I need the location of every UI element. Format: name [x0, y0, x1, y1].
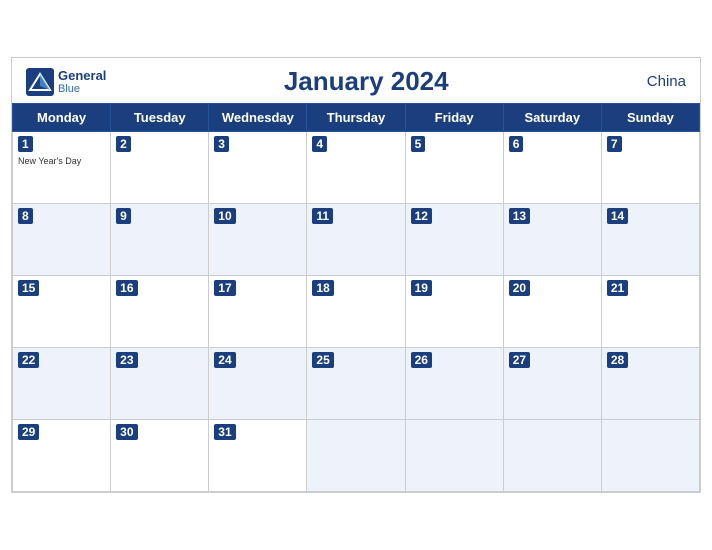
day-number: 18 — [312, 280, 333, 296]
calendar-table: Monday Tuesday Wednesday Thursday Friday… — [12, 103, 700, 492]
calendar-header: General Blue January 2024 China — [12, 58, 700, 103]
holiday-label: New Year's Day — [18, 156, 105, 166]
header-thursday: Thursday — [307, 104, 405, 132]
day-number: 1 — [18, 136, 33, 152]
table-row: 31 — [209, 420, 307, 492]
weekday-header-row: Monday Tuesday Wednesday Thursday Friday… — [13, 104, 700, 132]
table-row — [601, 420, 699, 492]
day-number: 12 — [411, 208, 432, 224]
logo: General Blue — [26, 68, 106, 96]
table-row — [307, 420, 405, 492]
header-saturday: Saturday — [503, 104, 601, 132]
table-row: 15 — [13, 276, 111, 348]
day-number: 28 — [607, 352, 628, 368]
table-row: 29 — [13, 420, 111, 492]
table-row: 23 — [111, 348, 209, 420]
day-number: 13 — [509, 208, 530, 224]
day-number: 9 — [116, 208, 131, 224]
table-row: 27 — [503, 348, 601, 420]
table-row: 25 — [307, 348, 405, 420]
day-number: 23 — [116, 352, 137, 368]
table-row: 1 New Year's Day — [13, 132, 111, 204]
day-number: 20 — [509, 280, 530, 296]
table-row: 28 — [601, 348, 699, 420]
day-number: 11 — [312, 208, 333, 224]
table-row: 7 — [601, 132, 699, 204]
calendar-week-row: 22 23 24 25 26 27 28 — [13, 348, 700, 420]
header-friday: Friday — [405, 104, 503, 132]
day-number: 4 — [312, 136, 327, 152]
calendar-week-row: 29 30 31 — [13, 420, 700, 492]
day-number: 29 — [18, 424, 39, 440]
day-number: 19 — [411, 280, 432, 296]
table-row: 3 — [209, 132, 307, 204]
table-row: 13 — [503, 204, 601, 276]
table-row: 14 — [601, 204, 699, 276]
table-row: 16 — [111, 276, 209, 348]
table-row: 30 — [111, 420, 209, 492]
header-monday: Monday — [13, 104, 111, 132]
calendar-container: General Blue January 2024 China Monday T… — [11, 57, 701, 493]
table-row: 12 — [405, 204, 503, 276]
day-number: 2 — [116, 136, 131, 152]
day-number: 30 — [116, 424, 137, 440]
day-number: 25 — [312, 352, 333, 368]
day-number: 14 — [607, 208, 628, 224]
day-number: 10 — [214, 208, 235, 224]
day-number: 22 — [18, 352, 39, 368]
day-number: 3 — [214, 136, 229, 152]
table-row: 10 — [209, 204, 307, 276]
day-number: 31 — [214, 424, 235, 440]
day-number: 16 — [116, 280, 137, 296]
country-label: China — [626, 73, 686, 90]
day-number: 8 — [18, 208, 33, 224]
table-row: 18 — [307, 276, 405, 348]
calendar-week-row: 8 9 10 11 12 13 14 — [13, 204, 700, 276]
day-number: 26 — [411, 352, 432, 368]
day-number: 21 — [607, 280, 628, 296]
calendar-week-row: 15 16 17 18 19 20 21 — [13, 276, 700, 348]
table-row: 20 — [503, 276, 601, 348]
header-sunday: Sunday — [601, 104, 699, 132]
table-row — [503, 420, 601, 492]
day-number: 24 — [214, 352, 235, 368]
table-row: 21 — [601, 276, 699, 348]
table-row: 4 — [307, 132, 405, 204]
table-row: 19 — [405, 276, 503, 348]
table-row: 6 — [503, 132, 601, 204]
day-number: 15 — [18, 280, 39, 296]
calendar-week-row: 1 New Year's Day 2 3 4 5 6 7 — [13, 132, 700, 204]
calendar-title: January 2024 — [106, 66, 626, 97]
day-number: 27 — [509, 352, 530, 368]
table-row: 2 — [111, 132, 209, 204]
day-number: 6 — [509, 136, 524, 152]
day-number: 5 — [411, 136, 426, 152]
header-tuesday: Tuesday — [111, 104, 209, 132]
table-row: 5 — [405, 132, 503, 204]
day-number: 17 — [214, 280, 235, 296]
table-row: 8 — [13, 204, 111, 276]
header-wednesday: Wednesday — [209, 104, 307, 132]
logo-icon — [26, 68, 54, 96]
table-row: 11 — [307, 204, 405, 276]
table-row: 17 — [209, 276, 307, 348]
table-row — [405, 420, 503, 492]
table-row: 22 — [13, 348, 111, 420]
logo-text: General Blue — [58, 68, 106, 95]
table-row: 26 — [405, 348, 503, 420]
table-row: 9 — [111, 204, 209, 276]
table-row: 24 — [209, 348, 307, 420]
day-number: 7 — [607, 136, 622, 152]
